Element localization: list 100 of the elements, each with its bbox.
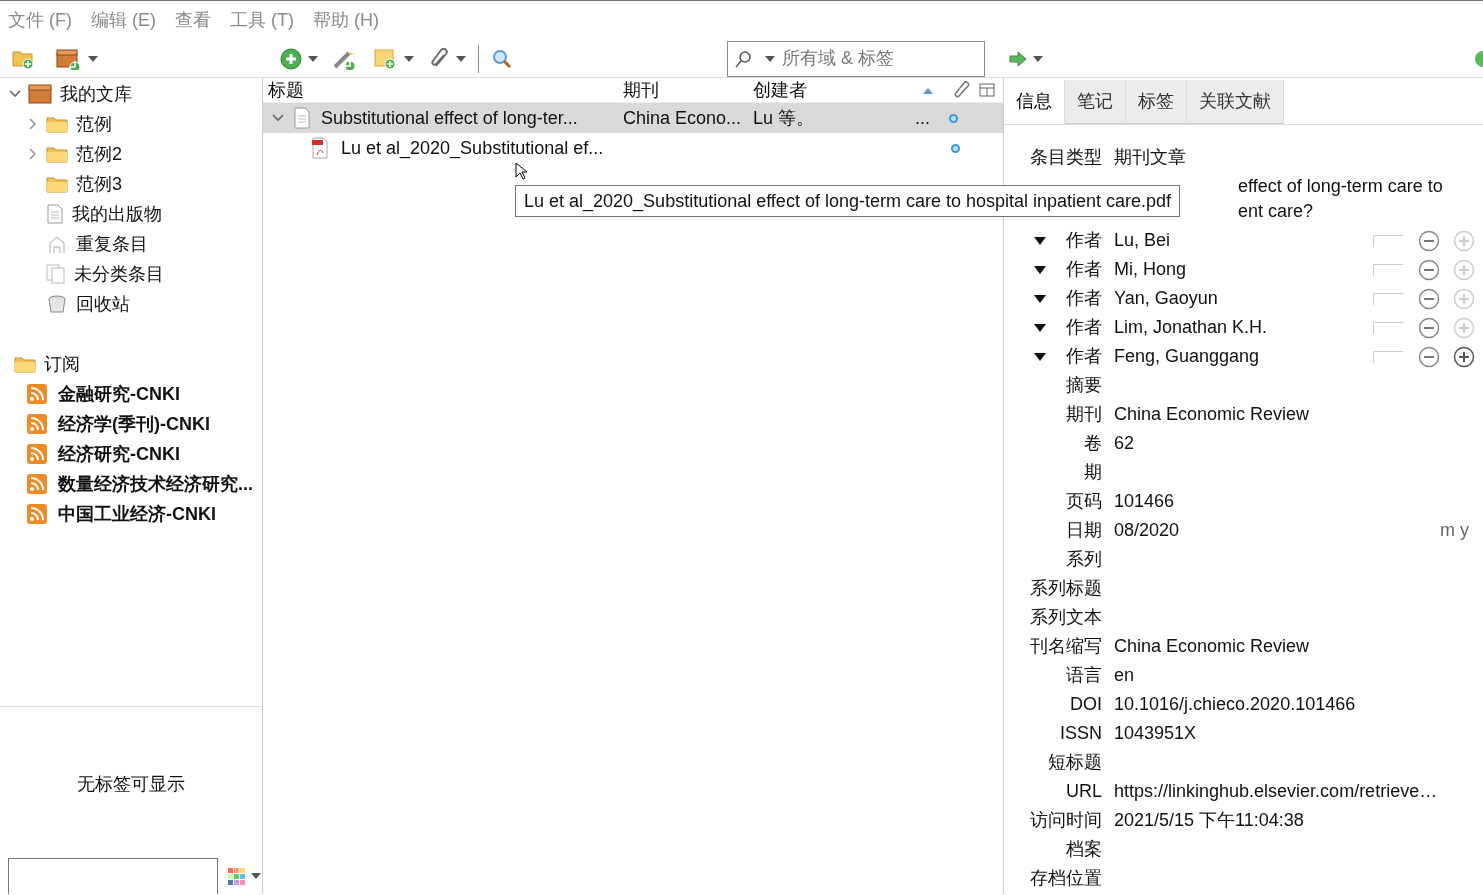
tag-filter-field[interactable] — [8, 858, 218, 894]
field-label: 语言 — [1065, 664, 1102, 687]
note-plus-icon — [374, 47, 398, 70]
remove-icon[interactable] — [1418, 258, 1440, 281]
remove-icon[interactable] — [1418, 287, 1440, 310]
menu-item[interactable]: 查看 — [175, 7, 211, 34]
field-value[interactable]: Feng, Guanggang — [1114, 343, 1260, 370]
caret-icon[interactable] — [765, 55, 775, 62]
remove-icon[interactable] — [1418, 345, 1440, 368]
field-label: ISSN — [1059, 722, 1102, 745]
column-picker-icon[interactable] — [979, 82, 995, 98]
field-label: 作者 — [1066, 316, 1102, 339]
field-label: 作者 — [1066, 287, 1102, 310]
field-label: 短标题 — [1047, 751, 1102, 774]
item-row[interactable]: Substitutional effect of long-ter... China Econo... Lu 等。 ... — [263, 103, 1003, 133]
field-value: ent care? — [1238, 200, 1315, 223]
field-value[interactable]: Lu, Bei — [1114, 227, 1171, 254]
field-label: 系列 — [1065, 548, 1102, 571]
remove-icon[interactable] — [1418, 229, 1440, 252]
folder-icon — [46, 145, 68, 163]
sort-ascending-icon[interactable] — [923, 86, 933, 94]
item-journal: China Econo... — [623, 106, 743, 130]
column-header[interactable]: 标题 — [263, 76, 623, 104]
dropdown-arrow-icon[interactable] — [1034, 323, 1046, 332]
date-format-hint: m y — [1440, 519, 1469, 542]
attachment-dot — [951, 143, 960, 153]
field-label: 系列标题 — [1029, 577, 1102, 600]
box-plus-icon — [56, 47, 82, 70]
tree-item[interactable]: 未分类条目 — [0, 259, 262, 289]
tree-item[interactable]: 范例3 — [0, 169, 262, 199]
feed-item[interactable]: 经济学(季刊)-CNKI — [0, 409, 262, 439]
field-label: 摘要 — [1065, 374, 1102, 397]
folder-icon — [14, 355, 36, 373]
tab[interactable]: 笔记 — [1065, 80, 1126, 124]
feed-icon — [26, 473, 48, 495]
field-value[interactable]: 10.1016/j.chieco.2020.101466 — [1114, 691, 1356, 718]
locate-button[interactable] — [1007, 50, 1045, 67]
field-value[interactable]: Lim, Jonathan K.H. — [1114, 314, 1268, 341]
remove-icon[interactable] — [1418, 316, 1440, 339]
tree-item[interactable]: 范例2 — [0, 139, 262, 169]
field-label: DOI — [1069, 693, 1102, 716]
feed-item[interactable]: 金融研究-CNKI — [0, 379, 262, 409]
search-icon — [491, 47, 513, 70]
dropdown-arrow-icon[interactable] — [1034, 294, 1046, 303]
field-value[interactable]: 1043951X — [1114, 720, 1197, 747]
column-header[interactable]: 期刊 — [623, 76, 753, 104]
field-label: 档案 — [1065, 838, 1102, 861]
document-icon — [293, 107, 311, 129]
tab[interactable]: 关联文献 — [1187, 80, 1284, 124]
field-value[interactable]: Mi, Hong — [1114, 256, 1187, 283]
tab[interactable]: 标签 — [1126, 80, 1187, 124]
item-title: Substitutional effect of long-ter... — [321, 106, 578, 130]
dropdown-arrow-icon[interactable] — [1034, 236, 1046, 245]
bracket-icon — [1373, 234, 1403, 247]
new-note-button[interactable] — [372, 47, 416, 70]
add-icon — [280, 47, 302, 70]
search-icon — [735, 49, 753, 68]
tree-item[interactable]: 重复条目 — [0, 229, 262, 259]
new-item-button[interactable] — [278, 47, 320, 70]
field-label: 日期 — [1065, 519, 1102, 542]
field-value[interactable]: 期刊文章 — [1114, 144, 1186, 171]
field-value[interactable]: 101466 — [1114, 488, 1175, 515]
add-icon[interactable] — [1453, 345, 1475, 368]
field-value[interactable]: China Economic Review — [1114, 633, 1310, 660]
tag-color-button[interactable] — [226, 867, 263, 885]
field-label: 期刊 — [1065, 403, 1102, 426]
field-label: 系列文本 — [1029, 606, 1102, 629]
feed-item[interactable]: 数量经济技术经济研究... — [0, 469, 262, 499]
field-value[interactable]: 08/2020 — [1114, 517, 1180, 544]
tree-item[interactable]: 我的出版物 — [0, 199, 262, 229]
column-header[interactable]: 创建者 — [753, 76, 923, 104]
attachment-row[interactable]: Lu et al_2020_Substitutional ef... — [263, 133, 1003, 163]
field-label: 条目类型 — [1029, 146, 1102, 169]
dropdown-arrow-icon[interactable] — [1034, 352, 1046, 361]
trash-icon — [46, 294, 68, 314]
feed-item[interactable]: 经济研究-CNKI — [0, 439, 262, 469]
search-field[interactable]: 所有域 & 标签 — [727, 40, 985, 77]
field-value[interactable]: Yan, Gaoyun — [1114, 285, 1218, 312]
menu-item[interactable]: 编辑 (E) — [91, 7, 156, 34]
field-label: 卷 — [1083, 432, 1102, 455]
attachment-dot — [949, 113, 958, 123]
feed-icon — [26, 503, 48, 525]
field-label: 刊名缩写 — [1029, 635, 1102, 658]
feed-item[interactable]: 中国工业经济-CNKI — [0, 499, 262, 529]
field-value[interactable]: 2021/5/15 下午11:04:38 — [1114, 807, 1304, 834]
new-library-button[interactable] — [54, 47, 100, 70]
dropdown-arrow-icon[interactable] — [1034, 265, 1046, 274]
field-value[interactable]: en — [1114, 662, 1135, 689]
field-value[interactable]: China Economic Review — [1114, 401, 1310, 428]
field-label: 存档位置 — [1029, 867, 1102, 890]
tree-item[interactable]: 范例 — [0, 109, 262, 139]
bracket-icon — [1373, 321, 1403, 334]
field-value[interactable]: https://linkinghub.elsevier.com/retrieve… — [1114, 778, 1438, 805]
feeds-header[interactable]: 订阅 — [0, 349, 262, 379]
tree-item[interactable]: 我的文库 — [0, 79, 262, 109]
field-label: URL — [1065, 780, 1102, 803]
field-value[interactable]: 62 — [1114, 430, 1135, 457]
folder-icon — [46, 175, 68, 193]
tree-item[interactable]: 回收站 — [0, 289, 262, 319]
feed-icon — [26, 443, 48, 465]
